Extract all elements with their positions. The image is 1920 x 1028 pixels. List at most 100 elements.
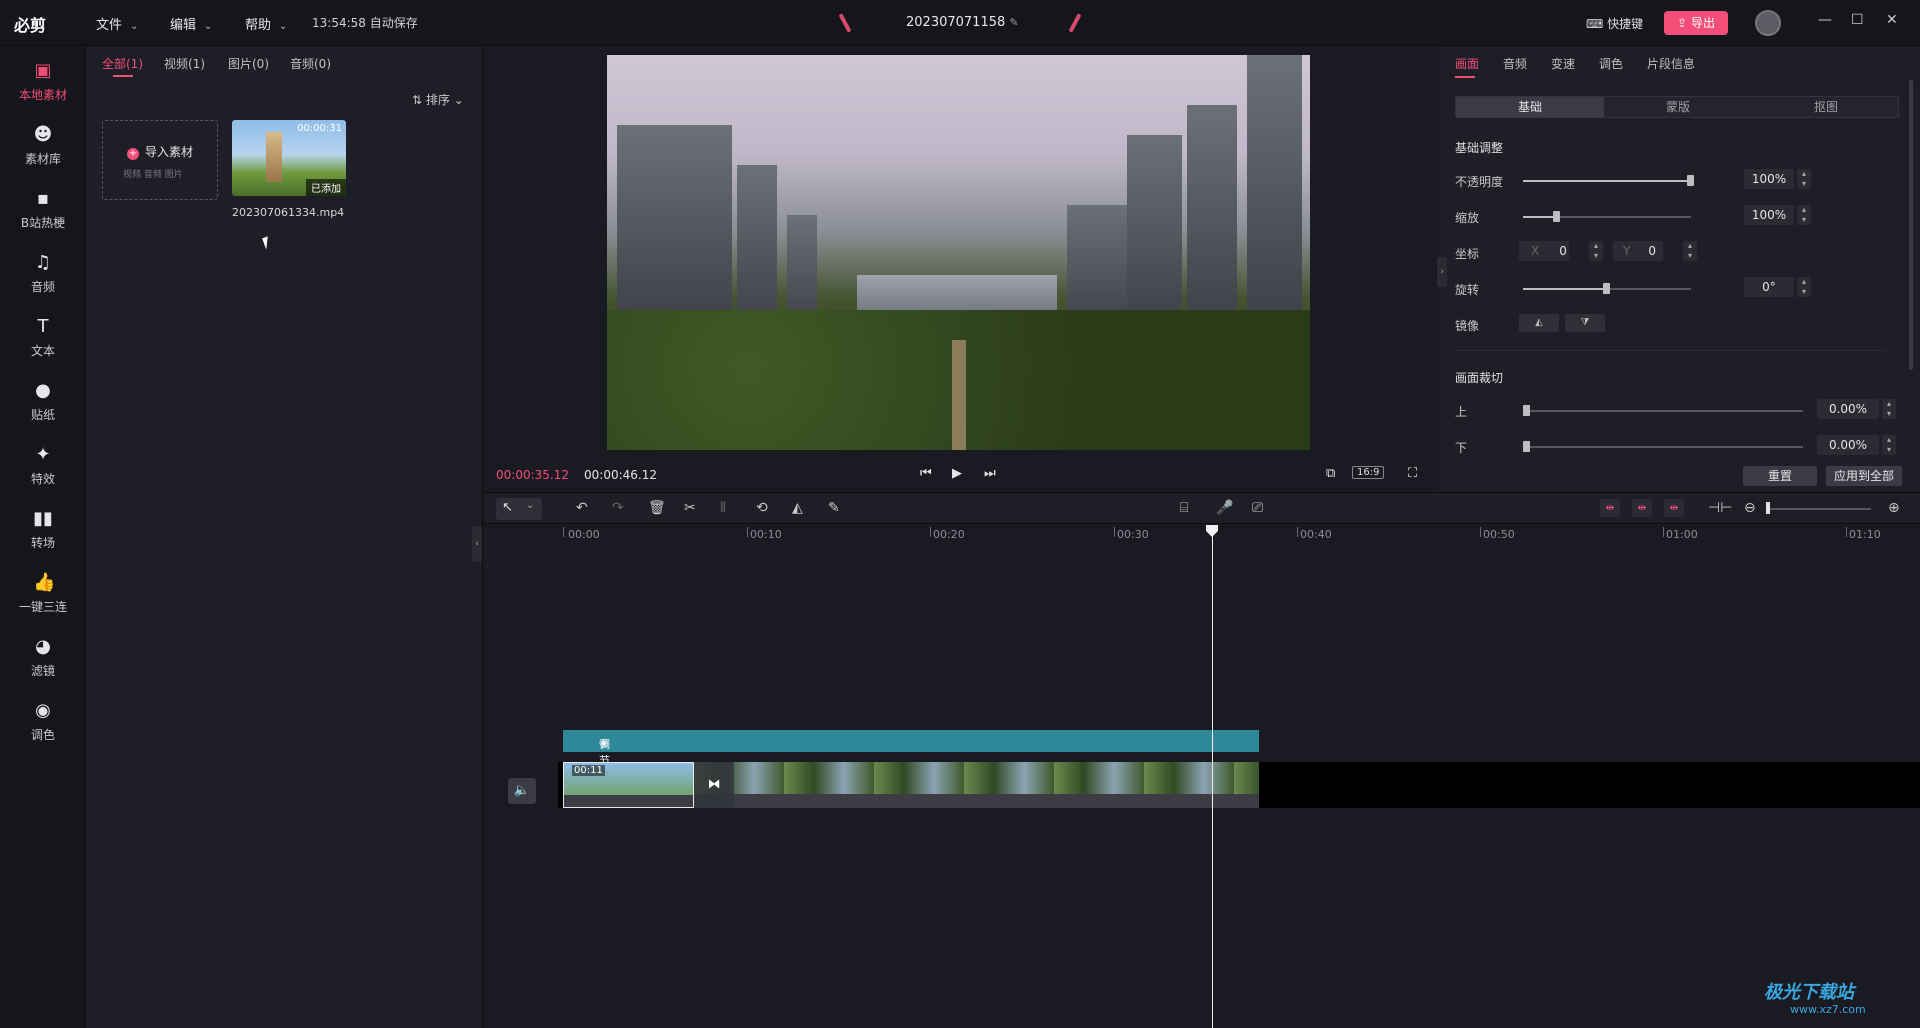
nav-library[interactable]: ☻ 素材库 xyxy=(0,119,86,179)
crop-bottom-input[interactable]: 0.00% xyxy=(1817,435,1879,455)
adjust-track[interactable]: ◉ 调节 xyxy=(563,730,1259,767)
rotate-input[interactable]: 0° xyxy=(1744,277,1794,297)
minimize-icon[interactable]: — xyxy=(1818,12,1832,28)
crop-top-stepper[interactable]: ▴ ▾ xyxy=(1882,399,1896,419)
delete-icon[interactable]: 🗑 xyxy=(648,500,666,516)
tab-clip-info[interactable]: 片段信息 xyxy=(1647,55,1695,72)
media-thumbnail[interactable]: 00:00:31 已添加 xyxy=(232,120,346,196)
properties-scrollbar[interactable] xyxy=(1909,80,1913,370)
opacity-stepper[interactable]: ▴ ▾ xyxy=(1797,169,1811,189)
menu-file[interactable]: 文件 ⌄ xyxy=(96,14,138,33)
rotate-slider[interactable] xyxy=(1523,283,1691,294)
split-icon[interactable]: ✂ xyxy=(684,500,696,516)
tab-image[interactable]: 图片(0) xyxy=(228,55,269,72)
tab-video[interactable]: 视频(1) xyxy=(164,55,205,72)
rotate-handle[interactable] xyxy=(1603,283,1610,294)
next-frame-icon[interactable]: ⏭ xyxy=(984,466,996,481)
rotate-stepper[interactable]: ▴ ▾ xyxy=(1797,277,1811,297)
subtab-basic[interactable]: 基础 xyxy=(1456,97,1604,117)
shortcut-button[interactable]: ⌨ 快捷键 xyxy=(1586,15,1643,32)
import-media-button[interactable]: + 导入素材 视频 音频 图片 xyxy=(102,120,218,200)
menu-edit[interactable]: 编辑 ⌄ xyxy=(170,14,212,33)
nav-local-media[interactable]: ▣ 本地素材 xyxy=(0,55,86,115)
nav-color[interactable]: ◉ 调色 xyxy=(0,695,86,755)
reset-button[interactable]: 重置 xyxy=(1743,466,1817,486)
maximize-icon[interactable]: ☐ xyxy=(1851,12,1864,28)
video-clip-2[interactable] xyxy=(694,762,1259,808)
opacity-slider[interactable] xyxy=(1523,175,1694,186)
audio-sep-icon[interactable]: ⇹ xyxy=(1664,499,1684,517)
x-stepper[interactable]: ▴ ▾ xyxy=(1589,241,1603,261)
zoom-handle[interactable] xyxy=(1766,502,1770,514)
track-mute-icon[interactable]: 🔈 xyxy=(508,778,536,804)
flip-vertical-icon[interactable]: ⧩ xyxy=(1565,314,1605,332)
trim-icon[interactable]: ⫴ xyxy=(720,500,726,516)
crop-top-handle[interactable] xyxy=(1523,405,1530,416)
microphone-icon[interactable]: 🎤 xyxy=(1216,500,1233,516)
tab-all[interactable]: 全部(1) xyxy=(102,55,143,72)
avatar[interactable] xyxy=(1755,10,1781,36)
tab-audio-props[interactable]: 音频 xyxy=(1503,55,1527,72)
opacity-handle[interactable] xyxy=(1687,175,1694,186)
record-video-icon[interactable]: ⎚ xyxy=(1252,500,1263,516)
sort-button[interactable]: ⇅ 排序 ⌄ xyxy=(412,91,464,108)
crop-bottom-slider[interactable] xyxy=(1523,441,1803,452)
crop-bottom-stepper[interactable]: ▴ ▾ xyxy=(1882,435,1896,455)
y-stepper[interactable]: ▴ ▾ xyxy=(1683,241,1697,261)
nav-audio[interactable]: ♫ 音频 xyxy=(0,247,86,307)
subtab-mask[interactable]: 蒙版 xyxy=(1604,97,1752,117)
crop-icon[interactable]: ⧉ xyxy=(1326,466,1335,481)
export-button[interactable]: ⇪ 导出 xyxy=(1664,11,1728,35)
fit-icon[interactable]: ⊣⊢ xyxy=(1708,500,1732,516)
zoom-out-icon[interactable]: ⊖ xyxy=(1744,500,1756,516)
playhead-handle[interactable] xyxy=(1206,525,1218,537)
snap-icon[interactable]: ⇹ xyxy=(1600,499,1620,517)
menu-help[interactable]: 帮助 ⌄ xyxy=(245,14,287,33)
nav-bilibili-memes[interactable]: ▪ B站热梗 xyxy=(0,183,86,243)
reverse-icon[interactable]: ⟲ xyxy=(756,500,768,516)
undo-icon[interactable]: ↶ xyxy=(576,500,588,516)
play-icon[interactable]: ▶ xyxy=(952,466,962,481)
nav-sticker[interactable]: ● 贴纸 xyxy=(0,375,86,435)
nav-triple[interactable]: 👍 一键三连 xyxy=(0,567,86,627)
scale-input[interactable]: 100% xyxy=(1744,205,1794,225)
prev-frame-icon[interactable]: ⏮ xyxy=(920,466,932,481)
redo-icon[interactable]: ↷ xyxy=(612,500,624,516)
fullscreen-icon[interactable]: ⛶ xyxy=(1408,466,1417,481)
panel-collapse-handle[interactable]: › xyxy=(1437,257,1447,287)
tab-color[interactable]: 调色 xyxy=(1599,55,1623,72)
crop-top-slider[interactable] xyxy=(1523,405,1803,416)
scale-handle[interactable] xyxy=(1552,211,1560,222)
link-icon[interactable]: ⇹ xyxy=(1632,499,1652,517)
opacity-input[interactable]: 100% xyxy=(1744,169,1794,189)
tab-speed[interactable]: 变速 xyxy=(1551,55,1575,72)
project-name[interactable]: 202307071158 ✎ xyxy=(906,15,1019,30)
scale-stepper[interactable]: ▴ ▾ xyxy=(1797,205,1811,225)
media-panel-collapse-handle[interactable]: ‹ xyxy=(472,526,482,562)
transition-icon[interactable]: ⧓ xyxy=(694,762,734,808)
tab-audio[interactable]: 音频(0) xyxy=(290,55,331,72)
flip-horizontal-icon[interactable]: ◭ xyxy=(1519,314,1559,332)
apply-all-button[interactable]: 应用到全部 xyxy=(1826,466,1902,486)
zoom-in-icon[interactable]: ⊕ xyxy=(1888,500,1900,516)
tab-picture[interactable]: 画面 xyxy=(1455,55,1479,72)
position-y-input[interactable]: Y0 xyxy=(1613,241,1663,261)
scale-slider[interactable] xyxy=(1523,211,1691,222)
close-icon[interactable]: ✕ xyxy=(1886,12,1898,28)
text-recognize-icon[interactable]: ⌸ xyxy=(1180,500,1188,516)
crop-bottom-handle[interactable] xyxy=(1523,441,1530,452)
subtab-cutout[interactable]: 抠图 xyxy=(1752,97,1900,117)
position-x-input[interactable]: X0 xyxy=(1519,241,1569,261)
nav-effects[interactable]: ✦ 特效 xyxy=(0,439,86,499)
nav-transition[interactable]: ▮▮ 转场 xyxy=(0,503,86,563)
pin-icon[interactable]: ✎ xyxy=(828,500,840,516)
video-clip-1[interactable]: 00:11 xyxy=(563,762,694,808)
aspect-ratio-button[interactable]: 16:9 xyxy=(1352,466,1385,479)
select-tool-button[interactable]: ↖ ⌄ xyxy=(496,498,542,520)
zoom-slider[interactable] xyxy=(1767,508,1871,510)
nav-filter[interactable]: ◕ 滤镜 xyxy=(0,631,86,691)
nav-text[interactable]: T 文本 xyxy=(0,311,86,371)
crop-top-input[interactable]: 0.00% xyxy=(1817,399,1879,419)
playhead-line[interactable] xyxy=(1212,525,1213,1028)
mirror-icon[interactable]: ◭ xyxy=(792,500,803,516)
